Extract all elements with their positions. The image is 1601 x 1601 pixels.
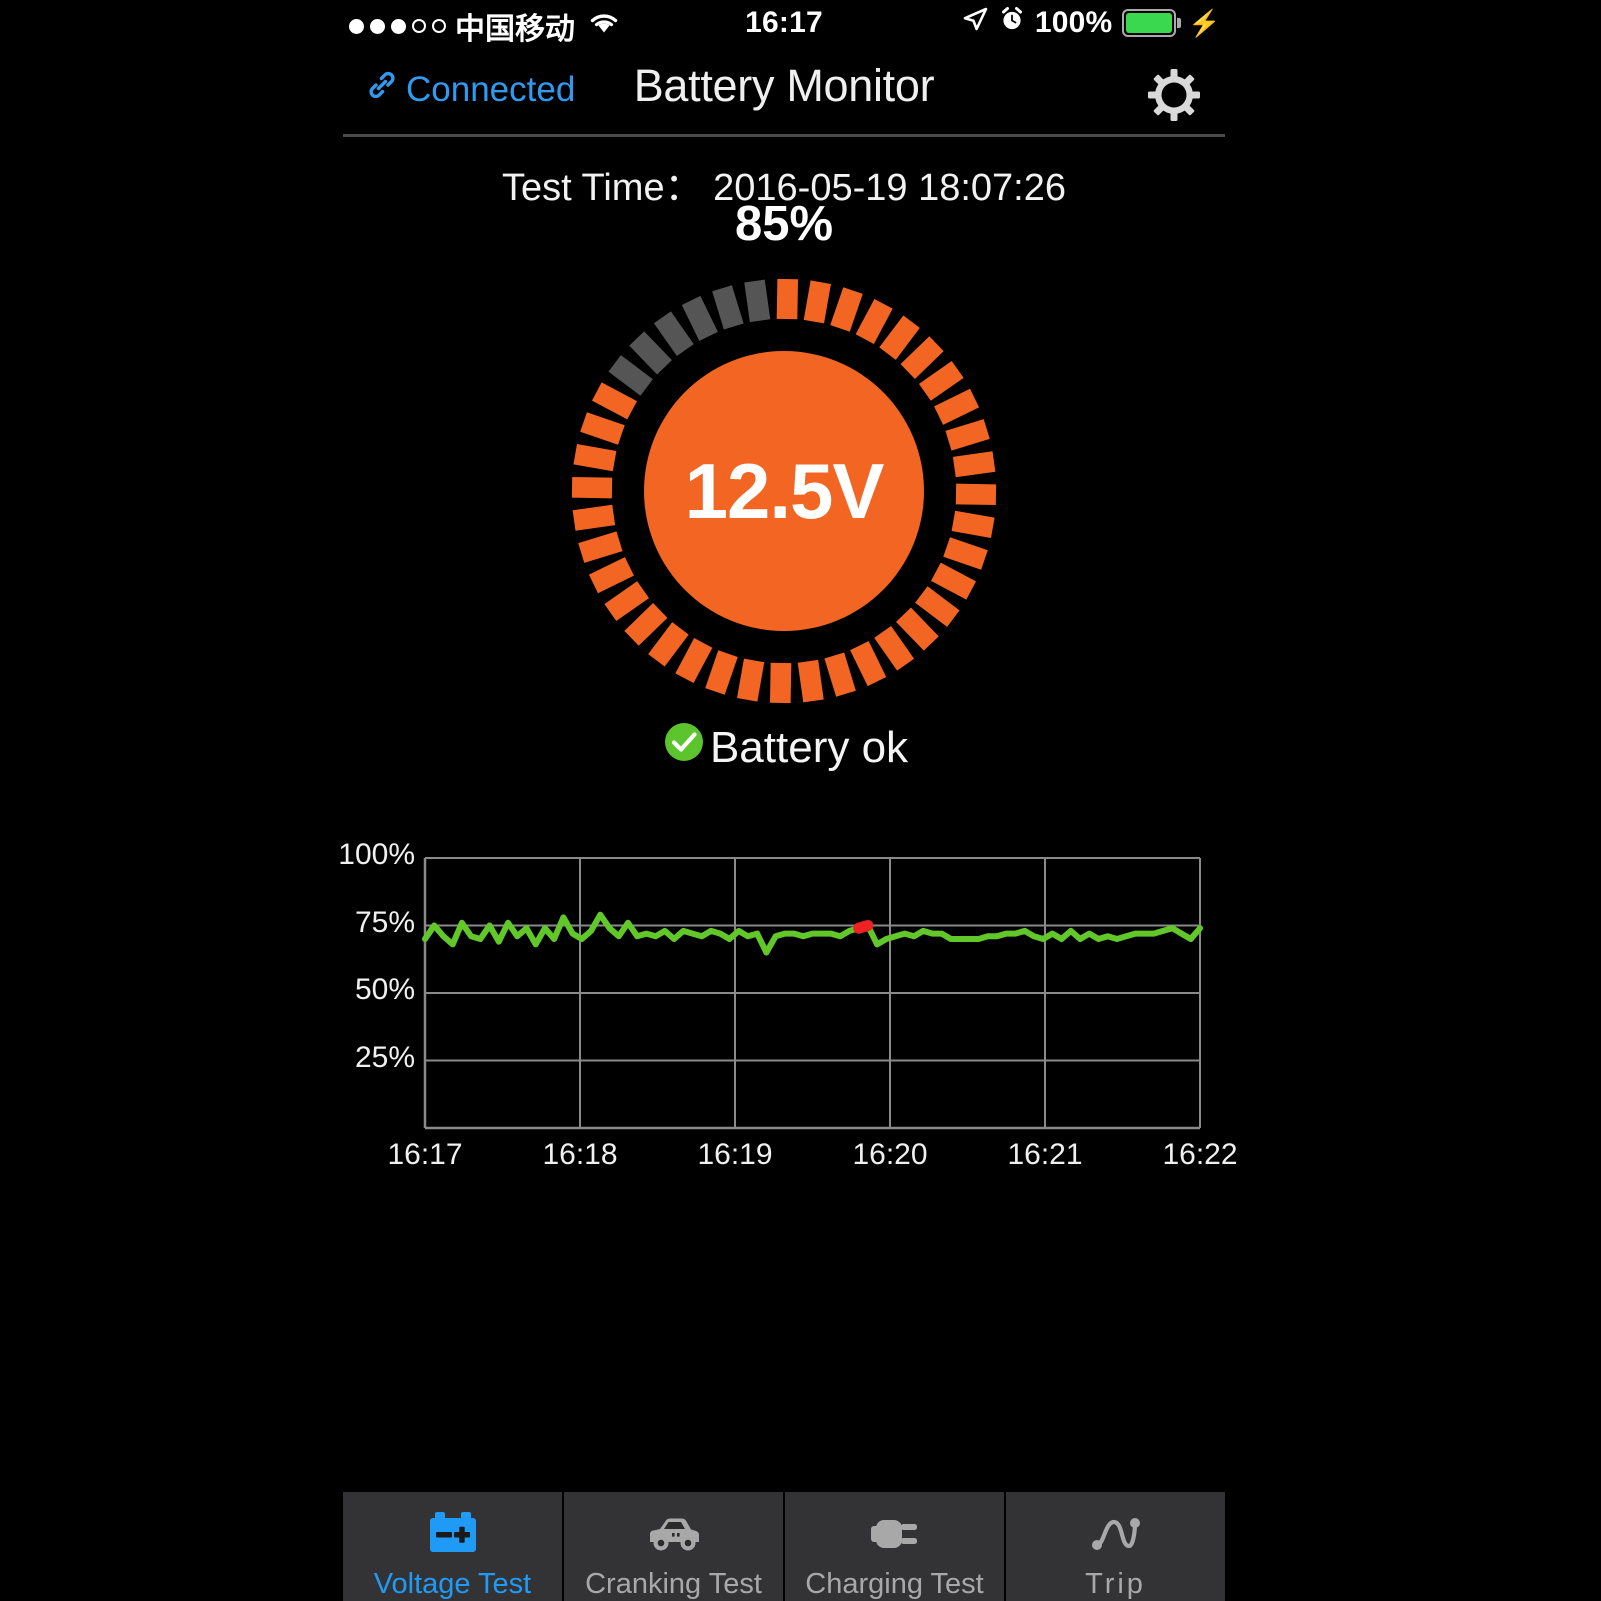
chart-xtick-label: 16:18 (542, 1138, 618, 1171)
tab-voltage-test-label: Voltage Test (373, 1568, 532, 1600)
car-battery-icon (425, 1506, 481, 1562)
gear-icon (1145, 69, 1203, 128)
lightning-bolt-icon: ⚡ (1188, 7, 1221, 38)
settings-button[interactable] (1145, 66, 1203, 129)
chart-xtick-label: 16:21 (1007, 1138, 1083, 1171)
chart-canvas (422, 857, 1203, 1130)
trip-curve-icon (1088, 1506, 1144, 1562)
tab-trip-label: Trip (1085, 1568, 1146, 1600)
tab-trip[interactable]: Trip (1006, 1492, 1225, 1601)
chart-ytick-label: 75% (354, 905, 415, 939)
battery-history-chart: 100% 75% 50% 25% 16:17 16:18 16:19 16:20 16:21 16… (338, 838, 1237, 1171)
chart-ytick-label: 100% (338, 838, 415, 871)
nav-separator (343, 134, 1225, 137)
battery-icon (1122, 9, 1182, 37)
chart-ytick-label: 50% (354, 973, 415, 1006)
page-title: Battery Monitor (633, 60, 935, 111)
battery-percent-label: 100% (1034, 6, 1113, 39)
tab-voltage-test[interactable]: Voltage Test (343, 1492, 564, 1601)
chart-ytick-label: 25% (354, 1040, 415, 1074)
chart-series-line (422, 911, 1203, 956)
phone-screen: 中国移动 16:17 100% ⚡ Connected Battery Moni… (0, 0, 1601, 1601)
charge-percent-value: 85% (734, 197, 834, 251)
tab-cranking-test[interactable]: Cranking Test (564, 1492, 785, 1601)
chart-xtick-label: 16:17 (387, 1138, 463, 1171)
tab-charging-test-label: Charging Test (805, 1568, 984, 1600)
voltage-value: 12.5V (684, 446, 885, 535)
battery-status-label: Battery ok (709, 722, 909, 772)
alarm-clock-icon (999, 6, 1025, 40)
location-arrow-icon (961, 5, 989, 41)
chart-xtick-label: 16:20 (852, 1138, 928, 1171)
chart-marker (853, 920, 874, 934)
tab-bar: Voltage Test Cranking Test Charging Test… (343, 1492, 1225, 1601)
battery-gauge: 12.5V (559, 266, 1009, 716)
status-bar: 中国移动 16:17 100% ⚡ (343, 0, 1225, 48)
status-bar-right: 100% ⚡ (961, 5, 1221, 41)
check-circle-icon (660, 718, 708, 777)
car-icon (644, 1506, 704, 1562)
tab-charging-test[interactable]: Charging Test (785, 1492, 1006, 1601)
power-plug-icon (869, 1506, 921, 1562)
chart-xtick-label: 16:19 (697, 1138, 773, 1171)
navigation-bar: Connected Battery Monitor (343, 48, 1225, 135)
chart-xtick-label: 16:22 (1162, 1138, 1238, 1171)
tab-cranking-test-label: Cranking Test (585, 1568, 762, 1600)
battery-status: Battery ok (343, 718, 1225, 777)
